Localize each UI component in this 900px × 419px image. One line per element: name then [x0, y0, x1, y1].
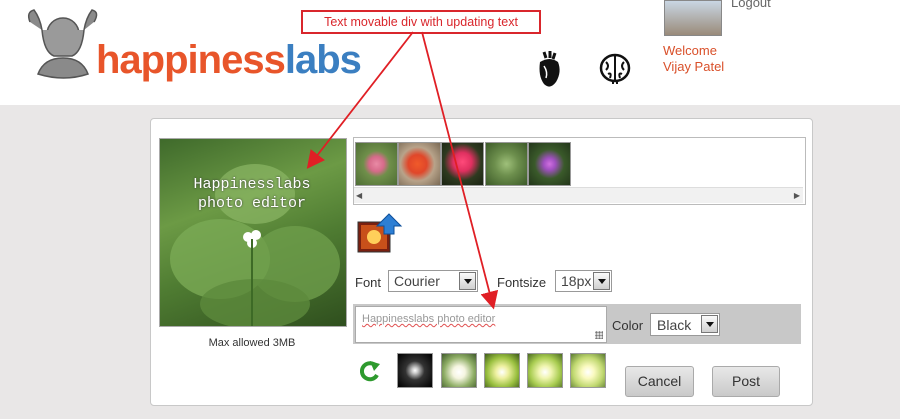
upload-image-icon[interactable] [357, 210, 403, 254]
scroll-left-arrow-icon[interactable]: ◀ [356, 191, 362, 200]
leaf-photo-image [170, 164, 340, 326]
scroll-right-arrow-icon[interactable]: ▶ [794, 191, 800, 200]
refresh-icon[interactable] [358, 360, 382, 382]
color-select-value: Black [657, 317, 692, 333]
user-avatar[interactable] [664, 0, 722, 36]
color-select[interactable]: Black [650, 313, 720, 336]
welcome-label: Welcome [663, 43, 717, 58]
overlay-text-input-value: Happinesslabs photo editor [362, 313, 496, 325]
fontsize-select-value: 18px [561, 273, 592, 289]
max-size-note: Max allowed 3MB [208, 337, 296, 349]
overlay-text-input[interactable]: Happinesslabs photo editor [355, 306, 607, 343]
chevron-down-icon[interactable] [701, 315, 718, 333]
font-select[interactable]: Courier [388, 270, 478, 292]
font-select-value: Courier [394, 273, 440, 289]
font-label: Font [355, 275, 382, 290]
photo-preview [159, 138, 347, 327]
fontsize-select[interactable]: 18px [555, 270, 612, 292]
thumbnail-item[interactable] [441, 142, 484, 186]
resize-grip-icon[interactable] [595, 331, 603, 339]
filter-thumbnail[interactable] [397, 353, 433, 388]
logo-text[interactable]: happinesslabs [96, 38, 362, 83]
chevron-down-icon[interactable] [593, 272, 610, 290]
logo-part-labs: labs [284, 38, 362, 82]
cancel-button[interactable]: Cancel [625, 366, 694, 397]
overlay-line-1: Happinesslabs [193, 176, 311, 193]
movable-text-overlay[interactable]: Happinesslabs photo editor [160, 175, 344, 213]
thumbnail-item[interactable] [485, 142, 528, 186]
logout-link[interactable]: Logout [731, 0, 771, 10]
post-button[interactable]: Post [712, 366, 780, 397]
brain-icon[interactable] [598, 52, 632, 86]
welcome-text: Welcome Vijay Patel [663, 43, 724, 75]
logo-mascot-icon [27, 9, 98, 79]
color-label: Color [612, 318, 644, 333]
filter-thumbnail[interactable] [570, 353, 606, 388]
chevron-down-icon[interactable] [459, 272, 476, 290]
thumbnail-item[interactable] [355, 142, 398, 186]
heart-icon[interactable] [536, 50, 562, 90]
filter-thumbnail[interactable] [484, 353, 520, 388]
fontsize-label: Fontsize [497, 275, 547, 290]
thumbnail-scrollbar[interactable]: ◀ ▶ [354, 187, 803, 203]
overlay-line-2: photo editor [197, 195, 307, 212]
filter-thumbnail[interactable] [527, 353, 563, 388]
annotation-callout: Text movable div with updating text [301, 10, 541, 34]
filter-thumbnail[interactable] [441, 353, 477, 388]
logo-part-happiness: happiness [96, 38, 286, 82]
user-name[interactable]: Vijay Patel [663, 59, 724, 75]
thumbnail-item[interactable] [528, 142, 571, 186]
thumbnail-item[interactable] [398, 142, 441, 186]
